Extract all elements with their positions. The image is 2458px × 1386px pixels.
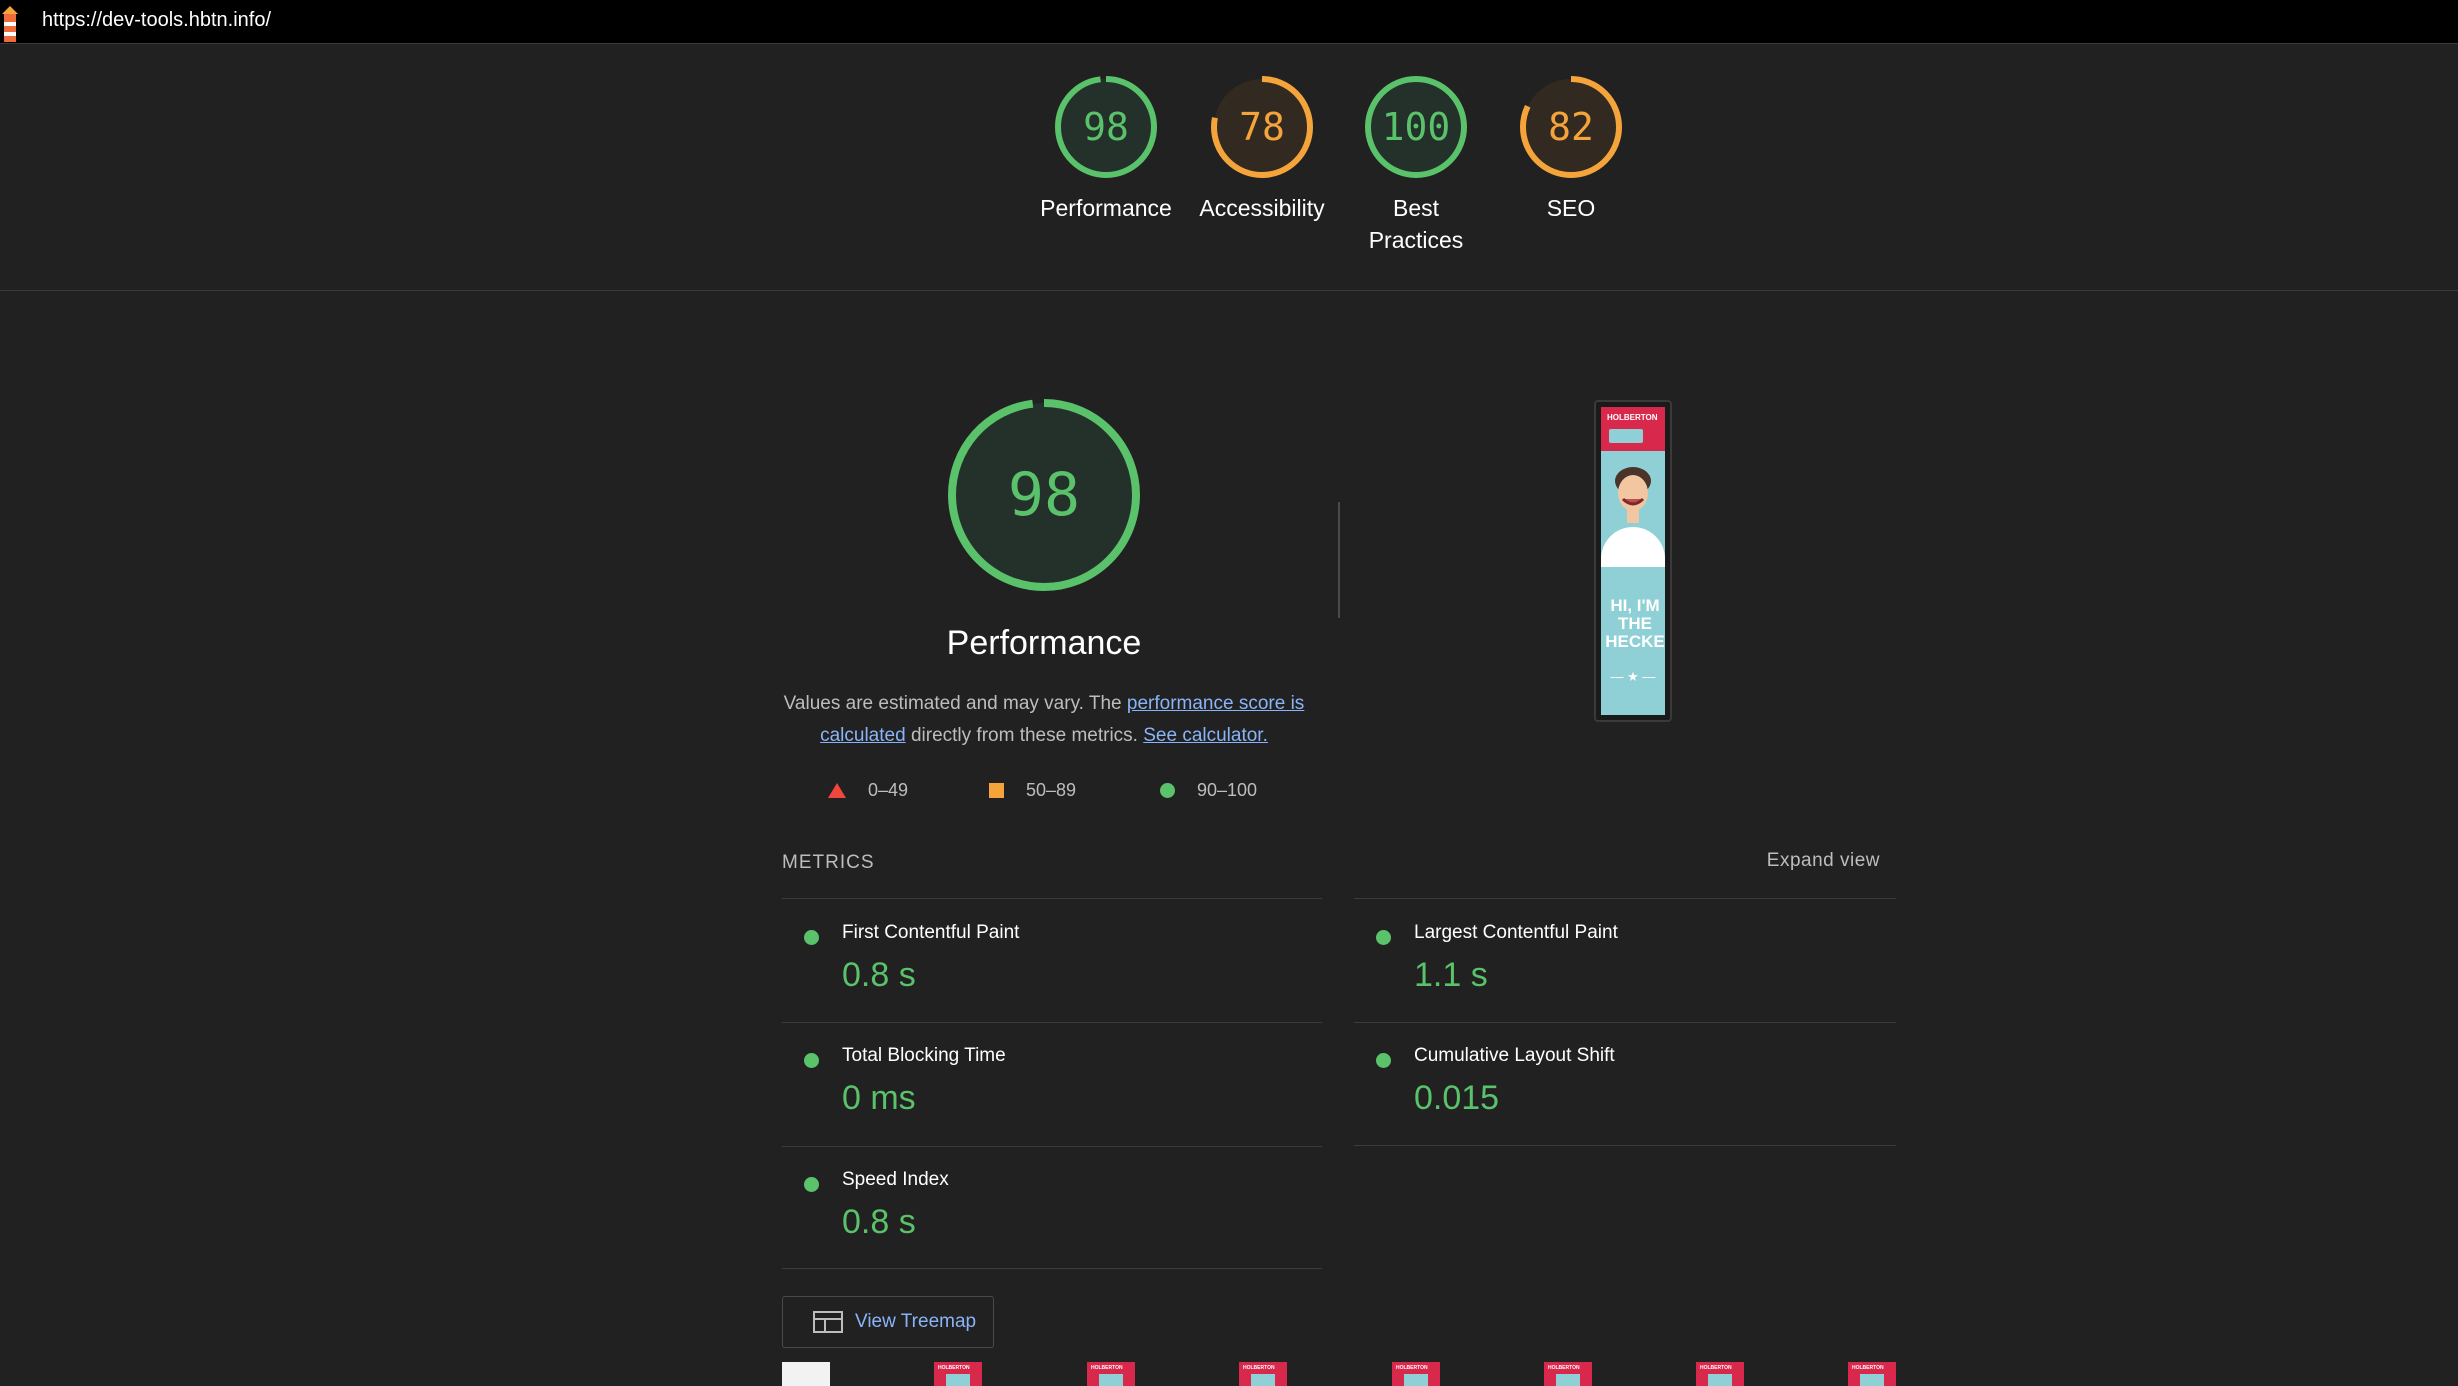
metric-title: Total Blocking Time [842,1045,1006,1066]
divider [1354,1022,1896,1023]
frame-button [1708,1374,1732,1386]
avatar-illustration [1615,467,1651,523]
metric-title: First Contentful Paint [842,922,1020,943]
final-screenshot[interactable]: HOLBERTON HI, I'M THE HECKE — ★ — [1594,400,1672,722]
metric-value: 1.1 s [1414,956,1488,994]
legend-range: 50–89 [1026,780,1077,800]
metric-title: Largest Contentful Paint [1414,922,1618,943]
metrics-heading: METRICS [782,852,875,873]
pass-circle-icon [804,1177,819,1192]
pass-circle-icon [804,1053,819,1068]
filmstrip-frame: HOLBERTON [1848,1362,1896,1386]
divider [782,1146,1322,1147]
frame-brand: HOLBERTON [1091,1365,1123,1371]
desc-text: Values are estimated and may vary. The [783,693,1127,714]
frame-button [1251,1374,1275,1386]
performance-title: Performance [946,624,1142,662]
metric-value: 0.015 [1414,1079,1500,1117]
triangle-icon [828,783,846,798]
frame-button [946,1374,970,1386]
treemap-label: View Treemap [855,1311,977,1332]
filmstrip-frame: HOLBERTON [1392,1362,1440,1386]
lighthouse-icon [2,6,18,42]
divider [782,898,1322,899]
frame-button [1860,1374,1884,1386]
legend-pass: 90–100 [1160,780,1257,801]
frame-brand: HOLBERTON [1852,1365,1884,1371]
filmstrip-frame [782,1362,830,1386]
screenshot-star: — ★ — [1610,669,1656,684]
screenshot-content: HOLBERTON HI, I'M THE HECKE — ★ — [1601,407,1665,715]
frame-brand: HOLBERTON [1700,1365,1732,1371]
gauge-label: Performance [1040,195,1172,221]
divider [1338,502,1340,618]
frame-brand: HOLBERTON [1548,1365,1580,1371]
screenshot-header: HOLBERTON [1601,407,1665,451]
gauge-score: 100 [1381,105,1451,149]
gauge-best-practices[interactable]: 100 Best Practices [1341,74,1491,256]
metric-title: Speed Index [842,1169,949,1190]
frame-button [1556,1374,1580,1386]
pass-circle-icon [1376,1053,1391,1068]
gauge-performance[interactable]: 98 Performance [1031,74,1181,224]
screenshot-shirt [1601,527,1665,567]
pass-circle-icon [1376,930,1391,945]
frame-button [1099,1374,1123,1386]
filmstrip-frame: HOLBERTON [1239,1362,1287,1386]
divider [782,1268,1322,1269]
see-calculator-link[interactable]: See calculator. [1143,725,1268,746]
divider [782,1022,1322,1023]
expand-view-button[interactable]: Expand view [1740,850,1880,872]
circle-icon [1160,783,1175,798]
metric-value: 0 ms [842,1079,916,1117]
frame-button [1404,1374,1428,1386]
frame-brand: HOLBERTON [1396,1365,1428,1371]
view-treemap-button[interactable]: View Treemap [782,1296,994,1348]
page-url[interactable]: https://dev-tools.hbtn.info/ [42,6,271,34]
metric-value: 0.8 s [842,1203,916,1241]
gauge-label: Best Practices [1368,195,1464,253]
url-bar: https://dev-tools.hbtn.info/ [0,0,2458,44]
divider [1354,898,1896,899]
performance-score: 98 [1007,460,1081,530]
performance-description: Values are estimated and may vary. The p… [782,688,1306,752]
frame-brand: HOLBERTON [938,1365,970,1371]
gauge-accessibility[interactable]: 78 Accessibility [1187,74,1337,224]
legend-fail: 0–49 [828,780,908,801]
filmstrip-frame: HOLBERTON [1696,1362,1744,1386]
gauge-score: 78 [1239,105,1285,149]
gauge-seo[interactable]: 82 SEO [1496,74,1646,224]
filmstrip-frame: HOLBERTON [934,1362,982,1386]
legend-average: 50–89 [989,780,1076,801]
filmstrip-frame: HOLBERTON [1544,1362,1592,1386]
desc-text: directly from these metrics. [905,725,1144,746]
screenshot-button [1609,429,1643,443]
metric-title: Cumulative Layout Shift [1414,1045,1615,1066]
gauge-score: 98 [1083,105,1129,149]
frame-brand: HOLBERTON [1243,1365,1275,1371]
gauge-label: SEO [1546,195,1596,221]
gauge-label: Accessibility [1199,195,1325,221]
square-icon [989,783,1004,798]
filmstrip-frame: HOLBERTON [1087,1362,1135,1386]
treemap-icon [813,1311,843,1333]
screenshot-headline: HI, I'M THE HECKE [1605,596,1665,651]
category-gauges: 98 Performance 78 Accessibility 100 Best… [0,44,2458,291]
legend-range: 0–49 [868,780,909,800]
gauge-score: 82 [1548,105,1594,149]
metric-value: 0.8 s [842,956,916,994]
divider [1354,1145,1896,1146]
legend-range: 90–100 [1197,780,1258,800]
screenshot-brand: HOLBERTON [1607,413,1658,422]
pass-circle-icon [804,930,819,945]
